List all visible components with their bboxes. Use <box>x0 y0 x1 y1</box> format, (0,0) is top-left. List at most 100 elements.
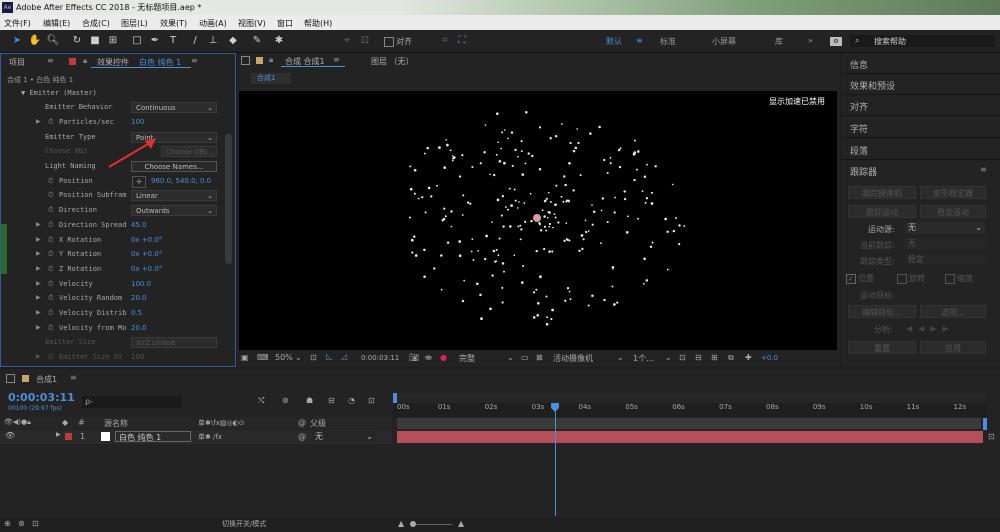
flowchart-icon[interactable]: ⧉ <box>728 353 734 363</box>
panel-menu-icon[interactable]: ≡ <box>191 56 198 65</box>
comp-navigator-chip[interactable]: 合成1 <box>251 73 291 84</box>
frame-blending-icon[interactable]: ⊟ <box>328 396 335 405</box>
panel-close-icon[interactable] <box>241 56 250 65</box>
stopwatch-icon[interactable]: ⏱ <box>48 177 53 186</box>
expand-triangle-icon[interactable]: ▶ <box>36 309 41 316</box>
layer-name[interactable]: 白色 纯色 1 <box>115 431 191 442</box>
stopwatch-icon[interactable]: ⏱ <box>48 118 53 127</box>
workspace-more-icon[interactable]: » <box>808 36 813 45</box>
stopwatch-icon[interactable]: ⏱ <box>48 324 53 333</box>
axis-world-icon[interactable]: ⊡ <box>358 34 372 48</box>
toggle-switches-modes[interactable]: 切换开关/模式 <box>222 519 266 529</box>
camera-select[interactable]: 活动摄像机 <box>553 353 593 364</box>
layer-duration-bar[interactable] <box>397 431 983 443</box>
toggle-pixel-aspect-icon[interactable]: ⊡ <box>679 353 686 362</box>
selection-tool-icon[interactable]: ➤ <box>10 34 24 48</box>
work-area-bar[interactable] <box>393 393 987 403</box>
draft-3d-icon[interactable]: ⊛ <box>282 396 289 405</box>
workspace-libraries[interactable]: 库 <box>775 36 783 47</box>
resolution-select[interactable]: 完整 <box>459 353 475 364</box>
camera-tool-icon[interactable]: ■ <box>88 34 102 48</box>
comp-duration-bar[interactable] <box>397 418 981 429</box>
direction-spread-value[interactable]: 45.0 <box>131 221 147 229</box>
parent-select[interactable]: 无 ⌄ <box>312 431 376 442</box>
timeline-timecode[interactable]: 0:00:03:11 <box>8 391 75 404</box>
expand-triangle-icon[interactable]: ▶ <box>36 294 41 301</box>
expand-triangle-icon[interactable]: ▶ <box>36 250 41 257</box>
menu-view[interactable]: 视图(V) <box>238 18 266 29</box>
brush-tool-icon[interactable]: / <box>188 34 202 48</box>
motion-source-select[interactable]: 无 ⌄ <box>905 222 985 234</box>
align-checkbox[interactable] <box>384 37 394 47</box>
chevron-down-icon[interactable]: ⌄ <box>665 353 672 362</box>
layer-tab[interactable]: 图层 （无） <box>371 56 414 67</box>
menu-effect[interactable]: 效果(T) <box>160 18 187 29</box>
panel-close-icon[interactable] <box>6 374 15 383</box>
comp-flowchart-icon[interactable]: ⊞ <box>711 353 718 362</box>
lock-icon[interactable]: 🔒︎ <box>269 55 273 65</box>
stopwatch-icon[interactable]: ⏱ <box>48 191 53 200</box>
menu-animation[interactable]: 动画(A) <box>199 18 227 29</box>
exposure-value[interactable]: +0.0 <box>761 354 778 362</box>
panel-menu-icon[interactable]: ≡ <box>70 373 77 382</box>
expand-triangle-icon[interactable]: ▶ <box>36 265 41 272</box>
menu-edit[interactable]: 编辑(E) <box>43 18 70 29</box>
hand-tool-icon[interactable]: ✋ <box>28 34 42 48</box>
motion-blur-icon[interactable]: ◔ <box>348 396 355 405</box>
workspace-standard[interactable]: 标准 <box>660 36 676 47</box>
z-rotation-value[interactable]: 0x +0.0° <box>131 265 162 273</box>
info-panel-tab[interactable]: 信息 <box>850 58 868 71</box>
stopwatch-icon[interactable]: ⏱ <box>48 280 53 289</box>
zoom-out-icon[interactable]: ▲ <box>398 519 404 528</box>
always-preview-icon[interactable]: ▣ <box>241 353 249 362</box>
column-parent[interactable]: 父级 <box>310 418 326 429</box>
work-area-end-handle[interactable] <box>983 418 987 430</box>
help-search-box[interactable]: ⌕ 搜索帮助 <box>850 35 995 47</box>
menu-composition[interactable]: 合成(C) <box>82 18 110 29</box>
menu-layer[interactable]: 图层(L) <box>121 18 148 29</box>
shy-icon[interactable]: ☗ <box>306 396 313 405</box>
section-header[interactable]: ▼ Emitter (Master) <box>21 89 97 97</box>
effects-presets-panel-tab[interactable]: 效果和预设 <box>850 79 895 92</box>
puppet-tool-icon[interactable]: ✱ <box>272 34 286 48</box>
x-rotation-value[interactable]: 0x +0.0° <box>131 236 162 244</box>
color-channels-icon[interactable]: ● <box>440 353 447 362</box>
crosshair-icon[interactable]: ✛ <box>132 176 146 188</box>
expand-triangle-icon[interactable]: ▶ <box>36 280 41 287</box>
rectangle-tool-icon[interactable]: □ <box>130 34 144 48</box>
y-rotation-value[interactable]: 0x +0.0° <box>131 250 162 258</box>
stopwatch-icon[interactable]: ⏱ <box>48 236 53 245</box>
velocity-from-motion-value[interactable]: 20.0 <box>131 324 147 332</box>
graph-editor-icon[interactable]: ⊡ <box>368 396 375 405</box>
character-panel-tab[interactable]: 字符 <box>850 122 868 135</box>
project-tab[interactable]: 项目 <box>9 57 25 68</box>
comp-mini-flowchart-icon[interactable]: ⤭ <box>258 396 264 406</box>
expand-triangle-icon[interactable]: ▶ <box>36 324 41 331</box>
position-subframe-select[interactable]: Linear ⌄ <box>131 190 217 201</box>
stopwatch-icon[interactable]: ⏱ <box>48 206 53 215</box>
layer-switches-icon[interactable]: 单✱ ∕fx <box>198 432 222 442</box>
workspace-default[interactable]: 默认 <box>606 36 622 47</box>
reset-exposure-icon[interactable]: ✚ <box>745 353 752 362</box>
velocity-random-value[interactable]: 20.0 <box>131 294 147 302</box>
modes-pane-icon[interactable]: ⊛ <box>18 519 25 528</box>
layer-search-input[interactable]: ρ- <box>82 396 182 408</box>
zoom-slider-thumb[interactable] <box>410 521 416 527</box>
workspace-small-screen[interactable]: 小屏幕 <box>712 36 736 47</box>
workspace-menu-icon[interactable]: ≡ <box>636 36 643 45</box>
snapshot-icon[interactable]: 📷︎ <box>409 353 419 362</box>
transparency-grid-icon[interactable]: ◿ <box>341 352 347 361</box>
fast-previews-icon[interactable]: ▭ <box>521 353 529 362</box>
axis-local-icon[interactable]: ⌖ <box>340 34 354 48</box>
snap-features-icon[interactable]: ⛶ <box>455 34 469 48</box>
show-snapshot-icon[interactable]: ⛂ <box>425 353 432 362</box>
timeline-icon[interactable]: ⊟ <box>695 353 702 362</box>
zoom-slider-track[interactable] <box>412 524 452 525</box>
fit-icon[interactable]: ⊡ <box>310 353 317 362</box>
region-of-interest-icon[interactable]: ◺ <box>326 352 332 361</box>
in-out-pane-icon[interactable]: ⊡ <box>32 519 39 528</box>
lock-icon[interactable]: 🔒︎ <box>83 56 87 66</box>
align-panel-tab[interactable]: 对齐 <box>850 100 868 113</box>
particles-sec-value[interactable]: 100 <box>131 118 144 126</box>
roto-brush-tool-icon[interactable]: ✎ <box>250 34 264 48</box>
